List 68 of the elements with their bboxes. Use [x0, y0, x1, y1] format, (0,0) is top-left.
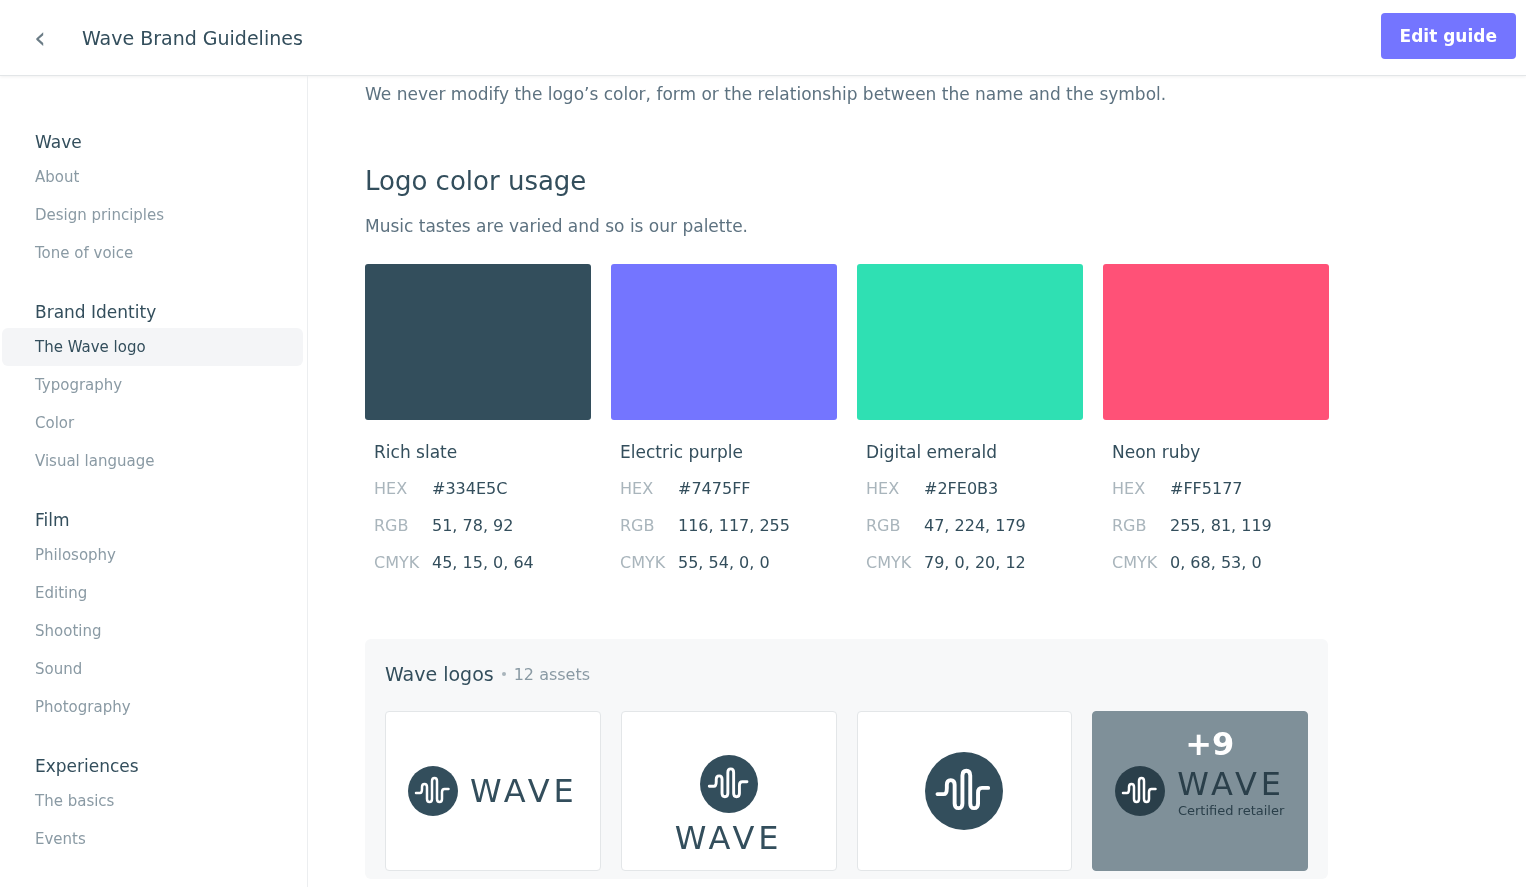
logo-card[interactable] [856, 711, 1073, 871]
sidebar-item[interactable]: Visual language [2, 442, 303, 480]
logo-wordmark: WAVE [469, 772, 578, 810]
color-value: 255, 81, 119 [1170, 516, 1272, 535]
color-value: #FF5177 [1170, 479, 1243, 498]
sidebar-heading: Brand Identity [34, 302, 158, 322]
sidebar-item[interactable]: About [2, 158, 303, 196]
logo-wordmark: WAVE [1177, 764, 1286, 803]
color-value: 116, 117, 255 [678, 516, 790, 535]
sidebar-item[interactable]: Tone of voice [2, 234, 303, 272]
sidebar-item[interactable]: Photography [2, 688, 303, 726]
value-label: HEX [866, 479, 901, 498]
color-value: 51, 78, 92 [432, 516, 514, 535]
logo-card[interactable]: WAVE [385, 711, 601, 871]
sidebar-item[interactable]: The Wave logo [2, 328, 303, 366]
value-label: HEX [374, 479, 409, 498]
sidebar-item[interactable]: Sound [2, 650, 303, 688]
wave-symbol-icon [407, 766, 458, 816]
color-name: Rich slate [374, 442, 459, 462]
wave-symbol-icon [1115, 766, 1166, 816]
value-label: RGB [620, 516, 656, 535]
assets-title: Wave logos [385, 663, 494, 685]
color-value: 45, 15, 0, 64 [432, 553, 534, 572]
color-value: #334E5C [432, 479, 508, 498]
page-title: Wave Brand Guidelines [82, 26, 304, 49]
sidebar-item[interactable]: Shooting [2, 612, 303, 650]
color-value: #7475FF [678, 479, 751, 498]
value-label: HEX [620, 479, 655, 498]
sidebar-item[interactable]: Events [2, 820, 303, 858]
more-assets-card[interactable]: WAVE Certified retailer +9 [1092, 711, 1308, 871]
value-label: CMYK [1112, 553, 1159, 572]
edit-guide-button[interactable]: Edit guide [1380, 12, 1516, 59]
sidebar-heading: Wave [34, 132, 83, 152]
logo-card[interactable]: WAVE [620, 711, 837, 871]
separator-dot [501, 672, 506, 676]
intro-text: We never modify the logo’s color, form or the relationship between the name and the symbol. [365, 84, 1168, 104]
value-label: CMYK [374, 553, 421, 572]
sidebar-item[interactable]: Design principles [2, 196, 303, 234]
color-name: Neon ruby [1112, 442, 1202, 462]
sidebar-item[interactable]: The basics [2, 782, 303, 820]
more-count: +9 [1185, 728, 1235, 760]
value-label: RGB [866, 516, 902, 535]
color-value: 55, 54, 0, 0 [678, 553, 770, 572]
wave-symbol-icon [925, 752, 1004, 830]
value-label: CMYK [866, 553, 913, 572]
logo-wordmark: WAVE [674, 819, 783, 857]
color-value: #2FE0B3 [924, 479, 999, 498]
sidebar-item[interactable]: Philosophy [2, 536, 303, 574]
color-value: 0, 68, 53, 0 [1170, 553, 1262, 572]
logo-caption: Certified retailer [1177, 802, 1285, 818]
value-label: HEX [1112, 479, 1147, 498]
color-name: Electric purple [620, 442, 744, 462]
sidebar-item[interactable]: Editing [2, 574, 303, 612]
section-subtitle: Music tastes are varied and so is our palette. [365, 216, 750, 236]
color-value: 47, 224, 179 [924, 516, 1026, 535]
color-value: 79, 0, 20, 12 [924, 553, 1026, 572]
sidebar-heading: Experiences [34, 756, 140, 776]
assets-count: 12 assets [513, 664, 591, 684]
sidebar-heading: Film [34, 510, 71, 530]
sidebar-item[interactable]: Typography [2, 366, 303, 404]
sidebar-item[interactable]: Color [2, 404, 303, 442]
value-label: RGB [374, 516, 410, 535]
back-icon[interactable]: ‹ [34, 22, 64, 53]
wave-symbol-icon [699, 755, 758, 813]
value-label: RGB [1112, 516, 1148, 535]
value-label: CMYK [620, 553, 667, 572]
color-name: Digital emerald [866, 442, 998, 462]
section-title: Logo color usage [365, 166, 588, 196]
